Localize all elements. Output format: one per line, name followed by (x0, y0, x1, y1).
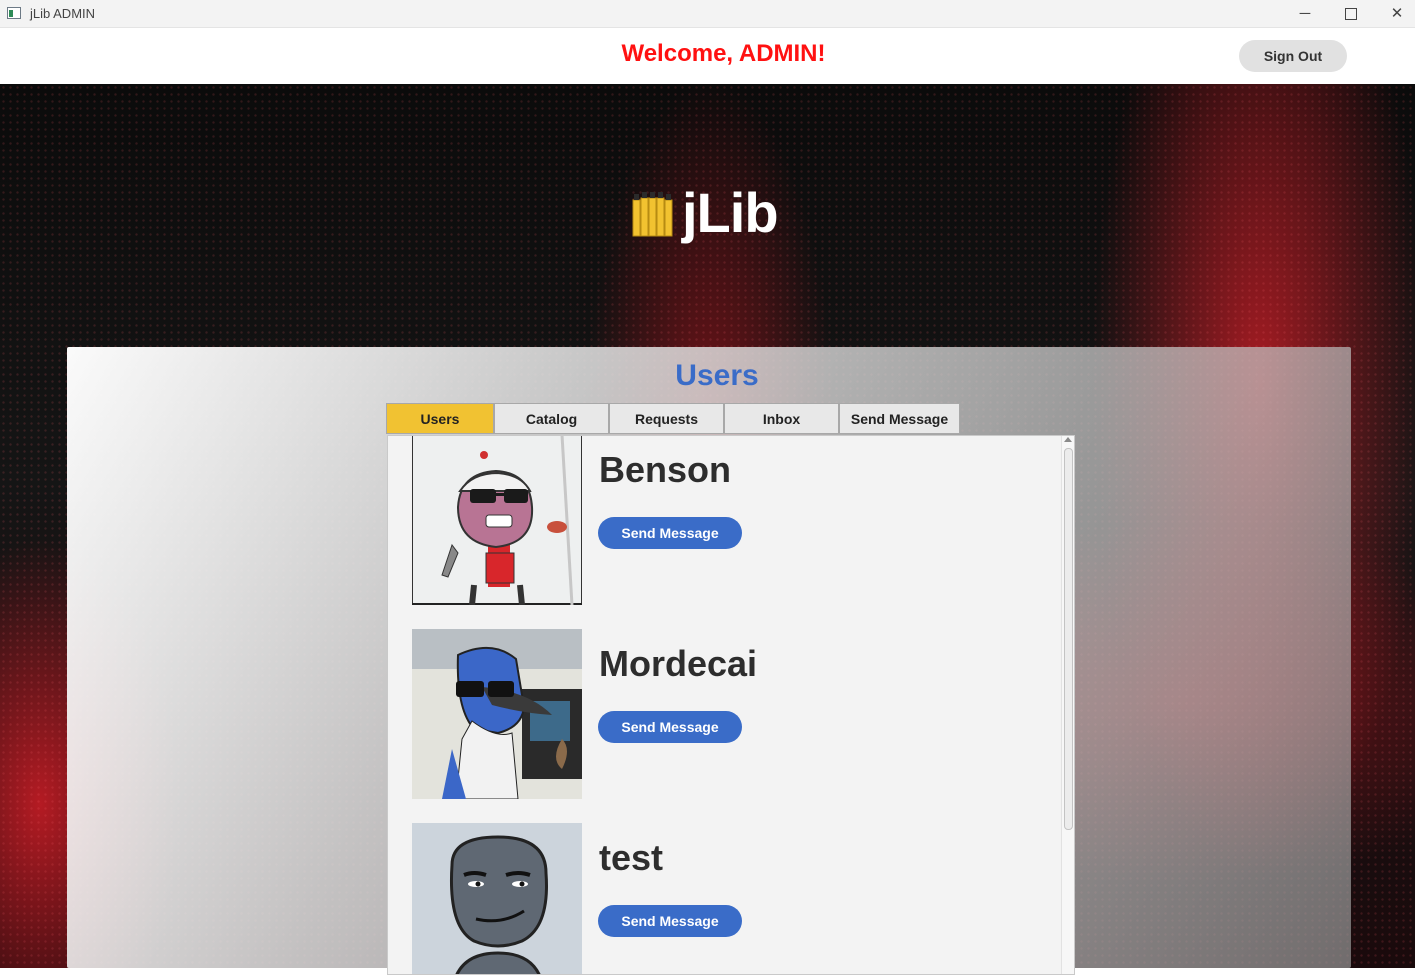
avatar (412, 436, 582, 605)
send-message-button[interactable]: Send Message (598, 905, 742, 937)
maximize-icon[interactable] (1328, 0, 1374, 28)
user-name: Mordecai (599, 643, 758, 684)
books-icon (632, 192, 673, 237)
tab-catalog[interactable]: Catalog (494, 403, 609, 434)
send-message-button[interactable]: Send Message (598, 517, 742, 549)
list-item: Mordecai Send Message (412, 629, 1052, 801)
welcome-text: Welcome, ADMIN! (621, 40, 826, 67)
close-icon[interactable]: ✕ (1374, 0, 1415, 28)
tab-users[interactable]: Users (386, 403, 494, 434)
list-item: Benson Send Message (412, 436, 1052, 607)
list-item: test Send Message (412, 823, 1052, 974)
avatar (412, 629, 582, 799)
logo-text: jLib (682, 181, 779, 244)
app-header: Welcome, ADMIN! Sign Out (0, 28, 1415, 84)
panel-title: Users (675, 359, 759, 392)
users-list[interactable]: Benson Send Message Mordecai Send Messag… (387, 435, 1075, 975)
user-name: Benson (599, 449, 732, 490)
main-panel: Users Users Catalog Requests Inbox Send … (67, 347, 1351, 975)
tab-inbox[interactable]: Inbox (724, 403, 839, 434)
scroll-thumb[interactable] (1064, 448, 1073, 830)
user-name: test (599, 837, 664, 878)
tab-requests[interactable]: Requests (609, 403, 724, 434)
sign-out-button[interactable]: Sign Out (1239, 40, 1347, 72)
window-title: jLib ADMIN (30, 6, 96, 21)
vertical-scrollbar[interactable] (1061, 436, 1074, 974)
scroll-up-icon[interactable] (1064, 437, 1072, 442)
minimize-icon[interactable]: ─ (1282, 0, 1328, 28)
tab-send-message[interactable]: Send Message (839, 403, 960, 434)
window-titlebar: jLib ADMIN ─ ✕ (0, 0, 1415, 28)
send-message-button[interactable]: Send Message (598, 711, 742, 743)
avatar (412, 823, 582, 974)
app-icon (7, 7, 21, 19)
